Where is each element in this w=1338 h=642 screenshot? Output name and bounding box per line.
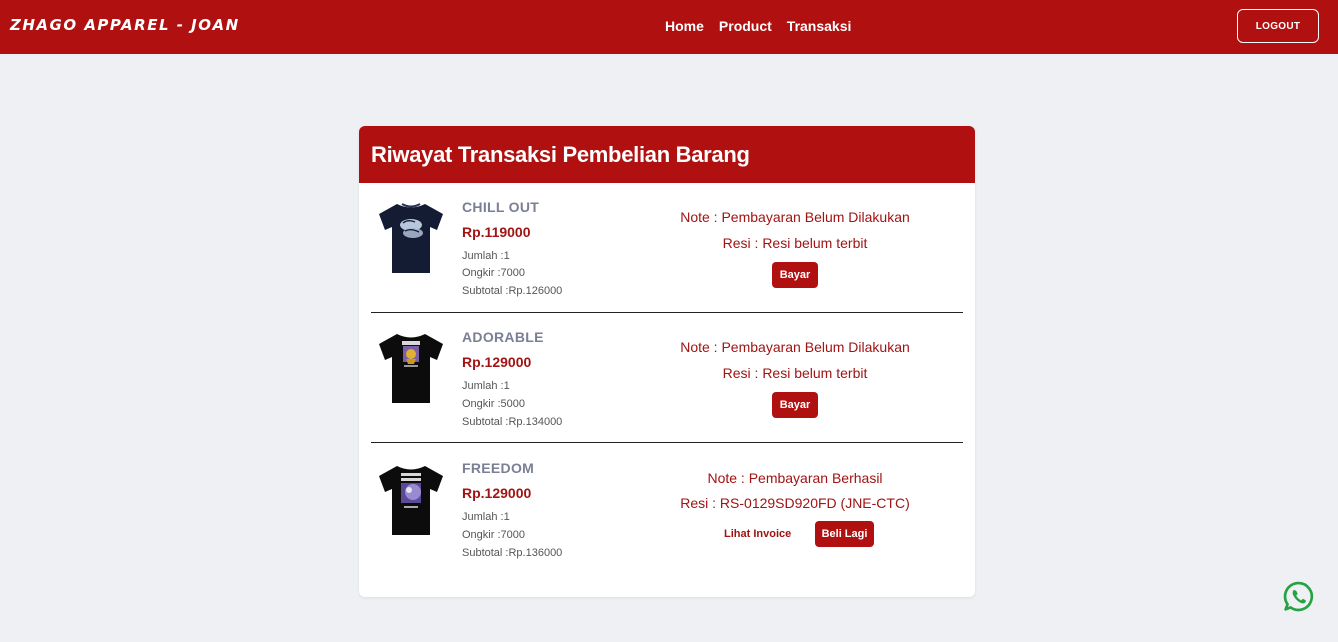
buy-again-button[interactable]: Beli Lagi [815, 521, 874, 547]
quantity-text: Jumlah :1 [462, 380, 510, 392]
product-image-adorable [379, 334, 443, 403]
product-price: Rp.119000 [462, 224, 531, 240]
transaction-item: FREEDOM Rp.129000 Jumlah :1 Ongkir :7000… [371, 444, 963, 574]
product-price: Rp.129000 [462, 485, 532, 501]
subtotal-text: Subtotal :Rp.136000 [462, 547, 563, 559]
product-name: ADORABLE [462, 329, 544, 345]
nav-home-link[interactable]: Home [665, 18, 704, 34]
top-navbar: ZHAGO APPAREL - JOAN Home Product Transa… [0, 0, 1338, 54]
quantity-text: Jumlah :1 [462, 250, 510, 262]
payment-note: Note : Pembayaran Berhasil [707, 470, 883, 486]
payment-note: Note : Pembayaran Belum Dilakukan [680, 339, 910, 355]
product-image-chill-out [379, 203, 443, 273]
card-header: Riwayat Transaksi Pembelian Barang [359, 126, 975, 183]
payment-note: Note : Pembayaran Belum Dilakukan [680, 209, 910, 225]
product-price: Rp.129000 [462, 354, 532, 370]
nav-transaksi-link[interactable]: Transaksi [787, 18, 852, 34]
pay-button[interactable]: Bayar [772, 392, 818, 418]
shipping-cost-text: Ongkir :5000 [462, 398, 525, 410]
transaction-item: ADORABLE Rp.129000 Jumlah :1 Ongkir :500… [371, 313, 963, 443]
shipping-cost-text: Ongkir :7000 [462, 529, 525, 541]
subtotal-text: Subtotal :Rp.126000 [462, 285, 563, 297]
whatsapp-icon[interactable] [1282, 580, 1315, 613]
shipping-cost-text: Ongkir :7000 [462, 267, 525, 279]
nav-links: Home Product Transaksi [665, 18, 851, 34]
transaction-item: CHILL OUT Rp.119000 Jumlah :1 Ongkir :70… [371, 183, 963, 313]
nav-product-link[interactable]: Product [719, 18, 772, 34]
card-title: Riwayat Transaksi Pembelian Barang [371, 141, 750, 167]
shipping-receipt: Resi : Resi belum terbit [722, 235, 868, 251]
logout-button[interactable]: LOGOUT [1237, 9, 1319, 43]
view-invoice-link[interactable]: Lihat Invoice [724, 528, 791, 540]
brand-logo[interactable]: ZHAGO APPAREL - JOAN [10, 16, 240, 34]
shipping-receipt: Resi : RS-0129SD920FD (JNE-CTC) [680, 495, 910, 511]
product-name: FREEDOM [462, 460, 535, 476]
shipping-receipt: Resi : Resi belum terbit [722, 365, 868, 381]
subtotal-text: Subtotal :Rp.134000 [462, 416, 563, 428]
pay-button[interactable]: Bayar [772, 262, 818, 288]
product-image-freedom [379, 466, 443, 535]
quantity-text: Jumlah :1 [462, 511, 510, 523]
transaction-history-card: Riwayat Transaksi Pembelian Barang CHILL… [359, 126, 975, 597]
product-name: CHILL OUT [462, 199, 540, 215]
